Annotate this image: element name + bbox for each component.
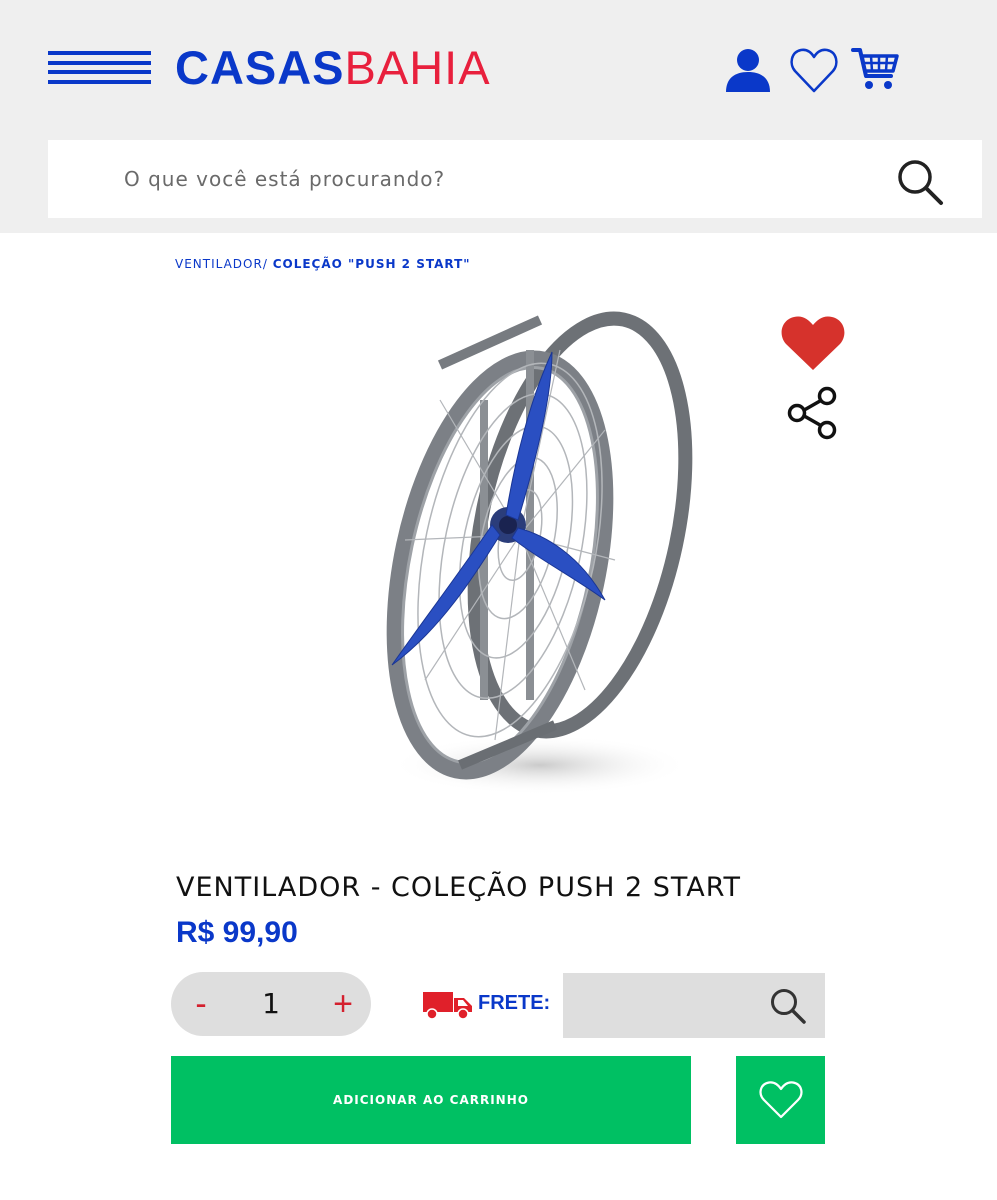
cart-icon[interactable] xyxy=(851,46,899,92)
shipping-label: FRETE: xyxy=(478,992,551,1014)
shipping-cep-box xyxy=(563,973,825,1038)
heart-filled-icon[interactable] xyxy=(780,314,846,372)
cep-input[interactable] xyxy=(563,973,758,1038)
menu-line xyxy=(48,70,151,74)
search-input[interactable] xyxy=(48,140,888,218)
product-page: CASASBAHIA VENTILADOR/ xyxy=(0,0,997,1200)
logo-bahia: BAHIA xyxy=(344,41,491,94)
quantity-value[interactable]: 1 xyxy=(241,972,301,1036)
menu-line xyxy=(48,51,151,55)
logo-casas: CASAS xyxy=(175,41,345,94)
product-price: R$ 99,90 xyxy=(176,916,298,949)
add-to-cart-button[interactable]: ADICIONAR AO CARRINHO xyxy=(171,1056,691,1144)
search-icon[interactable] xyxy=(896,158,944,206)
truck-icon xyxy=(423,992,472,1020)
site-logo[interactable]: CASASBAHIA xyxy=(175,40,491,96)
decrease-quantity-button[interactable]: - xyxy=(181,972,221,1036)
site-header: CASASBAHIA xyxy=(0,0,997,233)
quantity-stepper: - 1 + xyxy=(171,972,371,1036)
industrial-fan-image xyxy=(386,311,693,795)
heart-outline-icon[interactable] xyxy=(789,46,839,94)
user-icon[interactable] xyxy=(723,46,773,94)
breadcrumb-current: COLEÇÃO "PUSH 2 START" xyxy=(272,257,471,271)
hamburger-menu-icon[interactable] xyxy=(48,51,151,85)
menu-line xyxy=(48,61,151,65)
heart-outline-icon xyxy=(758,1081,803,1119)
product-title: VENTILADOR - COLEÇÃO PUSH 2 START xyxy=(176,872,742,903)
search-icon[interactable] xyxy=(769,987,807,1025)
add-to-wishlist-button[interactable] xyxy=(736,1056,825,1144)
breadcrumb-parent-link[interactable]: VENTILADOR/ xyxy=(175,257,268,271)
menu-line xyxy=(48,80,151,84)
share-icon[interactable] xyxy=(785,386,841,440)
breadcrumb: VENTILADOR/ COLEÇÃO "PUSH 2 START" xyxy=(175,257,471,271)
increase-quantity-button[interactable]: + xyxy=(323,972,363,1036)
search-bar xyxy=(48,140,982,218)
